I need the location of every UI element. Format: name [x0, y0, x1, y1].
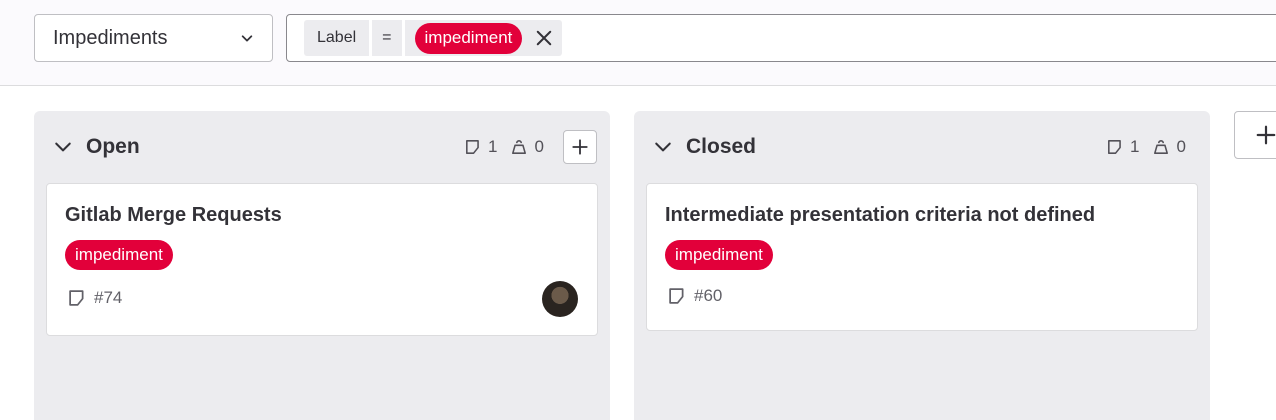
assignee-avatar[interactable]	[542, 281, 578, 317]
board-selector-label: Impediments	[53, 26, 168, 49]
column-title: Closed	[686, 135, 757, 158]
chevron-down-icon	[241, 35, 253, 42]
close-icon[interactable]	[534, 28, 554, 48]
filtered-search-input[interactable]: Label = impediment	[286, 14, 1276, 62]
weight-icon	[512, 140, 527, 154]
chevron-down-icon[interactable]	[54, 138, 72, 156]
plus-icon	[1256, 125, 1276, 145]
column-title: Open	[86, 135, 140, 158]
plus-icon	[572, 139, 588, 155]
label-pill[interactable]: impediment	[665, 240, 773, 270]
column-stats: 1 0	[1106, 137, 1186, 157]
board-column-closed: Closed 1 0 Intermediate presentation cri…	[634, 111, 1210, 420]
filter-token-operator[interactable]: =	[372, 20, 402, 56]
issue-number: #74	[94, 288, 123, 307]
issue-count: 1	[488, 137, 498, 156]
issue-reference: #60	[667, 286, 722, 306]
issue-icon	[669, 288, 684, 304]
issue-icon	[69, 290, 84, 306]
chevron-down-icon[interactable]	[654, 138, 672, 156]
filter-token-key[interactable]: Label	[304, 20, 370, 56]
weight-icon	[1154, 140, 1169, 154]
issue-card[interactable]: Gitlab Merge Requests impediment #74	[46, 183, 598, 336]
issue-title[interactable]: Gitlab Merge Requests	[65, 204, 282, 227]
board-selector[interactable]: Impediments	[34, 14, 273, 62]
create-list-button[interactable]	[1234, 111, 1276, 159]
filter-token-label-pill: impediment	[414, 22, 523, 54]
filter-bar: Impediments Label = impediment	[0, 0, 1276, 86]
issue-icon	[1108, 140, 1121, 154]
issue-title[interactable]: Intermediate presentation criteria not d…	[665, 204, 1095, 227]
issue-reference: #74	[67, 288, 122, 308]
weight-count: 0	[534, 137, 544, 156]
label-pill[interactable]: impediment	[65, 240, 173, 270]
column-stats: 1 0	[464, 137, 544, 157]
issue-card[interactable]: Intermediate presentation criteria not d…	[646, 183, 1198, 331]
issue-icon	[466, 140, 479, 154]
issue-number: #60	[694, 286, 723, 305]
issue-count: 1	[1130, 137, 1140, 156]
filter-token-value[interactable]: impediment	[404, 20, 563, 56]
board-column-open: Open 1 0 Gitlab Merge Requests impedimen…	[34, 111, 610, 420]
weight-count: 0	[1176, 137, 1186, 156]
add-issue-button[interactable]	[563, 130, 597, 164]
